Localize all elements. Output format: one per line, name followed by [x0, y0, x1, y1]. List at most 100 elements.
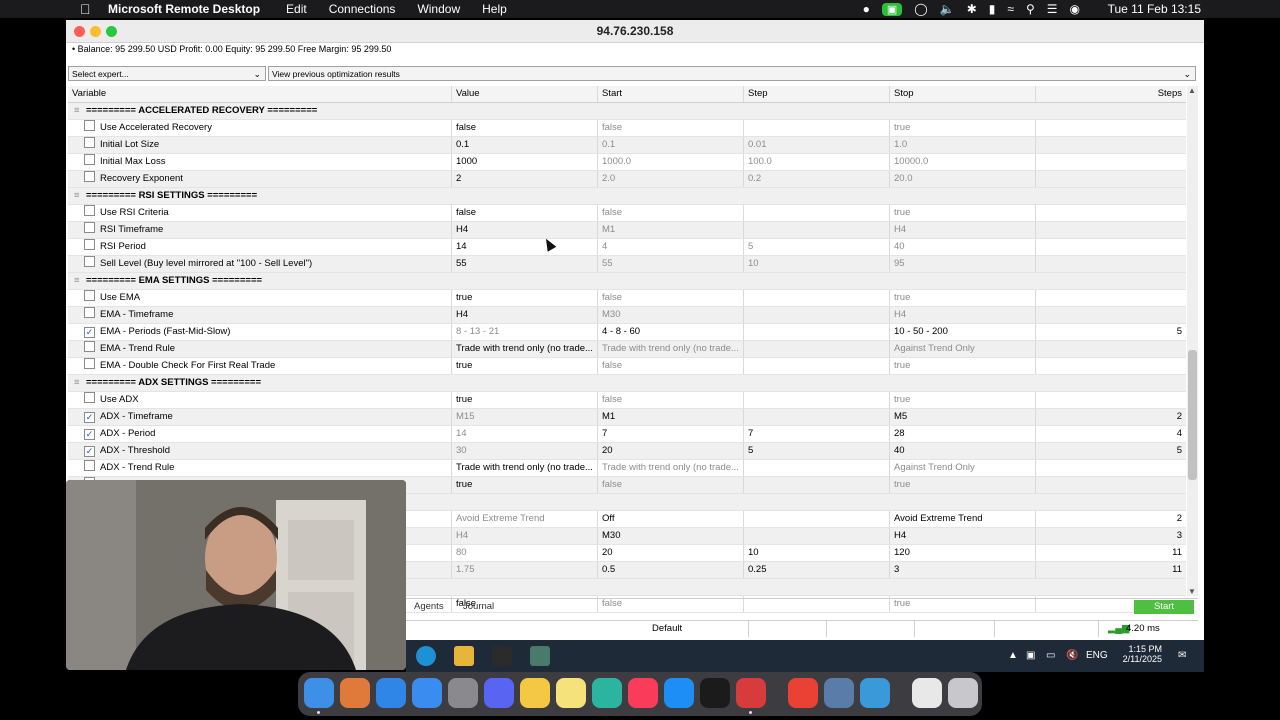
cell-stop[interactable]: true [890, 477, 1036, 493]
optimize-checkbox[interactable] [84, 341, 95, 352]
table-row[interactable]: Recovery Exponent 2 2.0 0.2 20.0 [68, 171, 1186, 188]
table-row[interactable]: Use RSI Criteria false false true [68, 205, 1186, 222]
terminal-icon[interactable] [700, 678, 730, 708]
cell-value[interactable]: false [452, 120, 598, 136]
col-step[interactable]: Step [744, 86, 890, 102]
cell-start[interactable]: Trade with trend only (no trade... [598, 341, 744, 357]
cell-value[interactable]: M15 [452, 409, 598, 425]
table-row[interactable]: ✓ ADX - Threshold 30 20 5 40 5 [68, 443, 1186, 460]
cell-start[interactable]: 55 [598, 256, 744, 272]
results-select[interactable]: View previous optimization results ⌄ [268, 66, 1196, 81]
cell-stop[interactable]: 95 [890, 256, 1036, 272]
cell-start[interactable]: false [598, 358, 744, 374]
tab-agents[interactable]: Agents [414, 601, 444, 612]
battery-icon[interactable]: ▮ [989, 2, 996, 16]
table-row[interactable]: ✓ ADX - Timeframe M15 M1 M5 2 [68, 409, 1186, 426]
optimize-checkbox[interactable] [84, 290, 95, 301]
expert-select[interactable]: Select expert... ⌄ [68, 66, 266, 81]
file-explorer-icon[interactable] [454, 646, 474, 666]
zoom-window-icon[interactable] [106, 26, 117, 37]
start-button[interactable]: Start [1134, 600, 1194, 614]
table-row[interactable]: EMA - Double Check For First Real Trade t… [68, 358, 1186, 375]
search-icon[interactable]: ⚲ [1026, 2, 1035, 16]
group-collapse-icon[interactable]: ≡ [74, 188, 84, 204]
cell-value[interactable]: 0.1 [452, 137, 598, 153]
cell-start[interactable]: false [598, 120, 744, 136]
cell-step[interactable] [744, 392, 890, 408]
cell-step[interactable]: 10 [744, 256, 890, 272]
cell-steps[interactable]: 2 [1036, 409, 1186, 425]
cell-step[interactable] [744, 511, 890, 527]
cell-start[interactable]: false [598, 290, 744, 306]
table-row[interactable]: EMA - Trend Rule Trade with trend only (n… [68, 341, 1186, 358]
optimize-checkbox[interactable] [84, 307, 95, 318]
close-window-icon[interactable] [74, 26, 85, 37]
cell-step[interactable]: 5 [744, 443, 890, 459]
cell-value[interactable]: false [452, 205, 598, 221]
cell-start[interactable]: false [598, 392, 744, 408]
network-icon[interactable]: ▭ [1046, 650, 1055, 661]
table-row[interactable]: ✓ ADX - Period 14 7 7 28 4 [68, 426, 1186, 443]
cell-value[interactable]: H4 [452, 528, 598, 544]
cell-stop[interactable]: true [890, 358, 1036, 374]
cell-value[interactable]: 8 - 13 - 21 [452, 324, 598, 340]
app-store-icon[interactable] [664, 678, 694, 708]
cell-start[interactable]: M30 [598, 307, 744, 323]
cell-steps[interactable] [1036, 307, 1186, 323]
cell-steps[interactable] [1036, 392, 1186, 408]
cell-steps[interactable] [1036, 239, 1186, 255]
launchpad-icon[interactable] [340, 678, 370, 708]
edge-icon[interactable] [416, 646, 436, 666]
table-scrollbar[interactable]: ▲ ▼ [1187, 86, 1198, 596]
control-center-icon[interactable]: ☰ [1047, 2, 1058, 16]
cell-steps[interactable] [1036, 137, 1186, 153]
remote-desktop-icon[interactable] [736, 678, 766, 708]
cell-start[interactable]: 20 [598, 545, 744, 561]
cell-step[interactable]: 0.2 [744, 171, 890, 187]
chrome-icon[interactable] [788, 678, 818, 708]
freeform-icon[interactable] [592, 678, 622, 708]
metatrader-icon[interactable] [530, 646, 550, 666]
cell-step[interactable] [744, 409, 890, 425]
minimize-window-icon[interactable] [90, 26, 101, 37]
group-collapse-icon[interactable]: ≡ [74, 103, 84, 119]
cell-value[interactable]: true [452, 392, 598, 408]
group-row[interactable]: ≡ ========= EMA SETTINGS ========= [68, 273, 1186, 290]
cell-stop[interactable]: 40 [890, 443, 1036, 459]
cell-steps[interactable]: 5 [1036, 324, 1186, 340]
table-row[interactable]: RSI Timeframe H4 M1 H4 [68, 222, 1186, 239]
siri-icon[interactable]: ◉ [1070, 2, 1080, 16]
apple-icon[interactable]:  [80, 1, 94, 17]
cell-start[interactable]: Trade with trend only (no trade... [598, 460, 744, 476]
cell-stop[interactable]: true [890, 205, 1036, 221]
cell-start[interactable]: Off [598, 511, 744, 527]
col-stop[interactable]: Stop [890, 86, 1036, 102]
optimize-checkbox[interactable]: ✓ [84, 412, 95, 423]
cell-value[interactable]: Trade with trend only (no trade... [452, 341, 598, 357]
menubar-clock[interactable]: Tue 11 Feb 13:15 [1108, 2, 1201, 16]
cell-step[interactable] [744, 324, 890, 340]
optimize-checkbox[interactable] [84, 137, 95, 148]
record-icon[interactable]: ● [863, 2, 870, 16]
cell-stop[interactable]: 10 - 50 - 200 [890, 324, 1036, 340]
table-row[interactable]: ADX - Trend Rule Trade with trend only (n… [68, 460, 1186, 477]
scroll-down-icon[interactable]: ▼ [1188, 587, 1196, 596]
table-row[interactable]: RSI Period 14 4 5 40 [68, 239, 1186, 256]
cell-step[interactable] [744, 341, 890, 357]
cell-start[interactable]: M30 [598, 528, 744, 544]
music-icon[interactable] [628, 678, 658, 708]
cell-stop[interactable]: Against Trend Only [890, 341, 1036, 357]
cell-stop[interactable]: H4 [890, 307, 1036, 323]
cell-step[interactable]: 7 [744, 426, 890, 442]
cell-start[interactable]: 4 - 8 - 60 [598, 324, 744, 340]
app-menu[interactable]: Microsoft Remote Desktop [108, 2, 260, 16]
cell-stop[interactable]: 120 [890, 545, 1036, 561]
menu-window[interactable]: Window [417, 2, 460, 16]
cell-start[interactable]: M1 [598, 222, 744, 238]
cell-steps[interactable] [1036, 120, 1186, 136]
cell-value[interactable]: 14 [452, 426, 598, 442]
document-stack-icon[interactable] [912, 678, 942, 708]
cell-step[interactable] [744, 460, 890, 476]
cell-step[interactable]: 100.0 [744, 154, 890, 170]
cell-steps[interactable] [1036, 205, 1186, 221]
